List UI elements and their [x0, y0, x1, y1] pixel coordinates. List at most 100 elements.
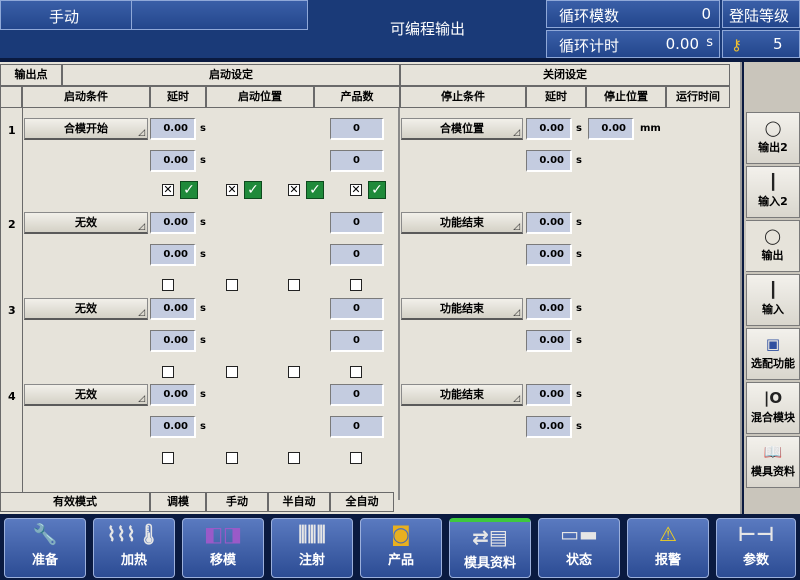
nav-label: 产品 — [387, 553, 414, 568]
login-level-value: 5 — [773, 35, 783, 53]
stop-delay-input-2[interactable]: 0.00 — [526, 330, 572, 352]
login-level-box[interactable]: 登陆等级 — [722, 0, 800, 28]
unit-label: s — [200, 389, 206, 400]
product-count-input-2[interactable]: 0 — [330, 330, 384, 352]
stop-condition-select[interactable]: 功能结束 ◿ — [401, 384, 523, 406]
mode-checkbox-manual[interactable] — [226, 452, 238, 464]
header-spacer — [0, 86, 22, 108]
unit-label: s — [200, 335, 206, 346]
product-count-input[interactable]: 0 — [330, 384, 384, 406]
side-tab-output[interactable]: ◯ 输出 — [746, 220, 800, 272]
nav-heating[interactable]: ⌇⌇⌇🌡 加热 — [93, 518, 175, 578]
mode-checkbox-adjust[interactable]: ✕ — [162, 184, 174, 196]
stop-condition-select[interactable]: 功能结束 ◿ — [401, 298, 523, 320]
start-condition-select[interactable]: 无效 ◿ — [24, 212, 148, 234]
side-tab-mixed-module[interactable]: |O 混合模块 — [746, 382, 800, 434]
product-count-input-2[interactable]: 0 — [330, 150, 384, 172]
mode-checkbox-manual[interactable] — [226, 279, 238, 291]
select-value: 功能结束 — [440, 216, 484, 229]
stop-delay-input[interactable]: 0.00 — [526, 212, 572, 234]
nav-alarm[interactable]: ⚠ 报警 — [627, 518, 709, 578]
side-tab-output2[interactable]: ◯ 输出2 — [746, 112, 800, 164]
mode-checkbox-adjust[interactable] — [162, 279, 174, 291]
product-count-input[interactable]: 0 — [330, 118, 384, 140]
start-condition-select[interactable]: 无效 ◿ — [24, 384, 148, 406]
caliper-icon: ⊢⊣ — [737, 522, 775, 546]
mode-checkbox-manual[interactable] — [226, 366, 238, 378]
dropdown-corner-icon: ◿ — [513, 222, 520, 232]
stop-delay-input-2[interactable]: 0.00 — [526, 416, 572, 438]
nav-label: 准备 — [31, 553, 58, 568]
mode-checkbox-full[interactable] — [350, 366, 362, 378]
start-condition-select[interactable]: 无效 ◿ — [24, 298, 148, 320]
start-delay-input-2[interactable]: 0.00 — [150, 244, 196, 266]
checked-icon: ✓ — [306, 181, 324, 199]
nav-injection[interactable]: ⫼⫼⫼ 注射 — [271, 518, 353, 578]
dropdown-corner-icon: ◿ — [138, 394, 145, 404]
side-tab-label: 输出2 — [758, 141, 788, 154]
start-delay-input[interactable]: 0.00 — [150, 118, 196, 140]
stop-position-input[interactable]: 0.00 — [588, 118, 634, 140]
stop-delay-input[interactable]: 0.00 — [526, 298, 572, 320]
stop-delay-input-2[interactable]: 0.00 — [526, 244, 572, 266]
nav-prepare[interactable]: 🔧 准备 — [4, 518, 86, 578]
column-divider — [398, 108, 400, 500]
start-condition-select[interactable]: 合模开始 ◿ — [24, 118, 148, 140]
stop-delay-input-2[interactable]: 0.00 — [526, 150, 572, 172]
stop-delay-input[interactable]: 0.00 — [526, 118, 572, 140]
mode-checkbox-semi[interactable] — [288, 452, 300, 464]
side-tab-label: 模具资料 — [751, 465, 795, 478]
close-settings-header: 关闭设定 — [400, 64, 730, 86]
side-tab-options[interactable]: ▣ 选配功能 — [746, 328, 800, 380]
start-delay-input-2[interactable]: 0.00 — [150, 330, 196, 352]
mode-checkbox-adjust[interactable] — [162, 366, 174, 378]
select-value: 无效 — [75, 388, 97, 401]
cycle-timer-label: 循环计时 — [559, 37, 620, 55]
stop-position-header: 停止位置 — [586, 86, 666, 108]
nav-mold-move[interactable]: ◧◨ 移模 — [182, 518, 264, 578]
select-value: 无效 — [75, 216, 97, 229]
mode-adjust-label: 调模 — [150, 492, 206, 512]
key-icon: ⚷ — [731, 36, 742, 54]
product-icon: ◙ — [391, 522, 411, 546]
start-delay-input[interactable]: 0.00 — [150, 212, 196, 234]
login-key-box[interactable]: ⚷ 5 — [722, 30, 800, 58]
unit-label: s — [200, 155, 206, 166]
mode-checkbox-full[interactable] — [350, 279, 362, 291]
nav-mold-data[interactable]: ⇄▤ 模具资料 — [449, 518, 531, 578]
product-count-input[interactable]: 0 — [330, 212, 384, 234]
mode-checkbox-semi[interactable] — [288, 366, 300, 378]
side-tab-input2[interactable]: ┃ 输入2 — [746, 166, 800, 218]
stop-condition-select[interactable]: 合模位置 ◿ — [401, 118, 523, 140]
stop-condition-select[interactable]: 功能结束 ◿ — [401, 212, 523, 234]
mode-checkbox-full[interactable] — [350, 452, 362, 464]
side-tab-mold-data[interactable]: 📖 模具资料 — [746, 436, 800, 488]
start-delay-input-2[interactable]: 0.00 — [150, 150, 196, 172]
start-delay-input-2[interactable]: 0.00 — [150, 416, 196, 438]
cycle-count-box: 循环模数 0 — [546, 0, 720, 28]
unit-label: s — [200, 123, 206, 134]
mode-full-label: 全自动 — [330, 492, 394, 512]
nav-product[interactable]: ◙ 产品 — [360, 518, 442, 578]
unit-label: s — [200, 217, 206, 228]
side-tab-input[interactable]: ┃ 输入 — [746, 274, 800, 326]
nav-status[interactable]: ▭▬ 状态 — [538, 518, 620, 578]
nav-label: 状态 — [565, 553, 592, 568]
mode-checkbox-full[interactable]: ✕ — [350, 184, 362, 196]
start-delay-input[interactable]: 0.00 — [150, 384, 196, 406]
checked-icon: ✓ — [244, 181, 262, 199]
output-table-panel: 输出点 启动设定 关闭设定 启动条件 延时 启动位置 产品数 停止条件 延时 停… — [0, 62, 742, 514]
product-count-input-2[interactable]: 0 — [330, 416, 384, 438]
unit-label: s — [576, 389, 582, 400]
nav-parameters[interactable]: ⊢⊣ 参数 — [716, 518, 796, 578]
product-count-input[interactable]: 0 — [330, 298, 384, 320]
nav-label: 移模 — [209, 553, 236, 568]
nav-label: 模具资料 — [463, 556, 516, 571]
product-count-input-2[interactable]: 0 — [330, 244, 384, 266]
start-delay-input[interactable]: 0.00 — [150, 298, 196, 320]
mode-checkbox-manual[interactable]: ✕ — [226, 184, 238, 196]
mode-checkbox-adjust[interactable] — [162, 452, 174, 464]
stop-delay-input[interactable]: 0.00 — [526, 384, 572, 406]
mode-checkbox-semi[interactable]: ✕ — [288, 184, 300, 196]
mode-checkbox-semi[interactable] — [288, 279, 300, 291]
